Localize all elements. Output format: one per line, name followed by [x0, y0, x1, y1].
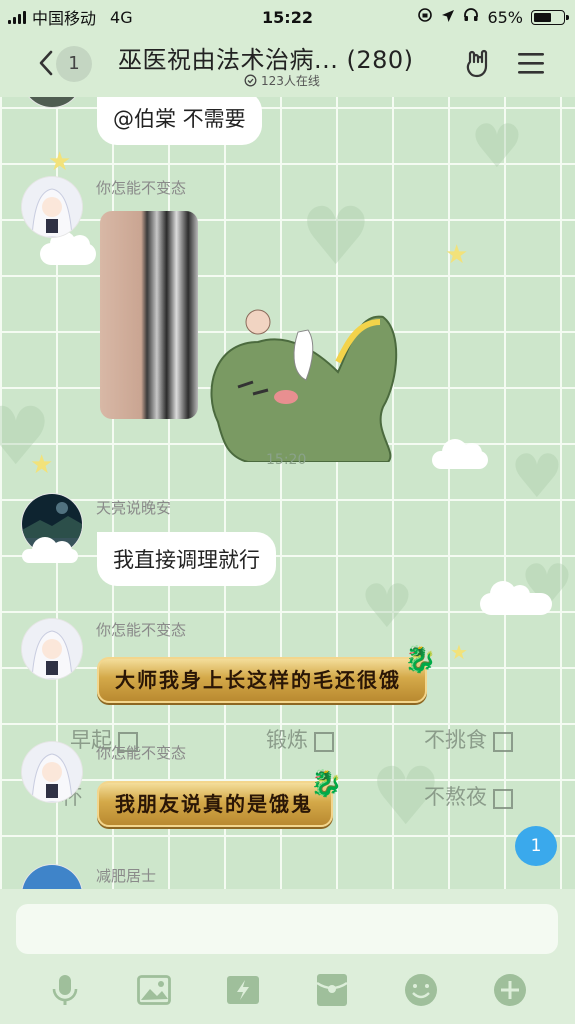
battery-percent: 65% — [487, 7, 523, 27]
dragon-decoration-icon: 🐉 — [310, 769, 343, 799]
status-bar: 中国移动 4G 15:22 65% — [0, 0, 575, 34]
sender-name: 天亮说晚安 — [96, 499, 172, 517]
star-decoration: ★ — [48, 147, 72, 177]
headphones-icon — [463, 7, 479, 27]
hand-gesture-icon[interactable] — [462, 48, 494, 84]
message-bubble[interactable]: 我直接调理就行 — [97, 532, 276, 586]
battery-icon — [531, 9, 569, 25]
nav-bar: 1 巫医祝由法术治病... (280) 123人在线 — [0, 34, 575, 97]
chevron-left-icon — [39, 50, 53, 76]
online-count: 123人在线 — [261, 74, 320, 88]
star-decoration: ★ — [445, 240, 469, 270]
avatar[interactable] — [22, 742, 82, 802]
heart-decoration: ♥ — [510, 442, 564, 512]
back-button[interactable]: 1 — [38, 44, 98, 84]
cloud-decoration — [40, 231, 96, 265]
message-bubble[interactable]: 我朋友说真的是饿鬼 — [97, 781, 333, 827]
avatar[interactable] — [22, 177, 82, 237]
online-status-icon — [244, 74, 257, 87]
unread-count-badge: 1 — [56, 46, 92, 82]
chat-title[interactable]: 巫医祝由法术治病... (280) — [118, 40, 414, 75]
sender-name: 你怎能不变态 — [96, 744, 187, 762]
checklist-item: 不熬夜 — [424, 781, 513, 811]
sender-name: 减肥居士 — [96, 867, 157, 885]
heart-decoration: ♥ — [300, 190, 372, 283]
flash-icon[interactable] — [220, 967, 266, 1013]
mic-icon[interactable] — [42, 967, 88, 1013]
sender-name: 你怎能不变态 — [96, 621, 187, 639]
avatar[interactable] — [22, 619, 82, 679]
image-icon[interactable] — [131, 967, 177, 1013]
new-message-badge[interactable]: 1 — [515, 826, 557, 866]
star-decoration: ★ — [30, 450, 54, 480]
avatar[interactable] — [22, 865, 82, 889]
redpacket-icon[interactable] — [309, 967, 355, 1013]
rotation-lock-icon — [417, 7, 433, 27]
star-decoration: ★ — [450, 640, 468, 664]
chat-area[interactable]: ♥ ♥ ♥ ♥ ♥ ♥ ♥ ★ ★ ★ ★ @伯棠 不需要 你怎能不变态 15:… — [0, 97, 575, 889]
sender-name: 你怎能不变态 — [96, 179, 187, 197]
message-bubble[interactable]: 大师我身上长这样的毛还很饿 — [97, 657, 427, 703]
timestamp: 15:20 — [266, 452, 307, 468]
message-input[interactable] — [16, 904, 558, 954]
online-indicator: 123人在线 — [244, 72, 320, 89]
location-icon — [441, 8, 455, 27]
dragon-decoration-icon: 🐉 — [404, 645, 437, 675]
input-toolbar — [0, 967, 575, 1013]
emoji-icon[interactable] — [398, 967, 444, 1013]
cloud-decoration — [432, 439, 488, 469]
menu-icon[interactable] — [516, 48, 546, 82]
checklist-item: 不挑食 — [424, 724, 513, 754]
input-area — [0, 889, 575, 1024]
cloud-decoration — [480, 581, 552, 615]
message-bubble[interactable]: @伯棠 不需要 — [97, 97, 262, 145]
heart-decoration: ♥ — [360, 572, 414, 642]
plus-icon[interactable] — [487, 967, 533, 1013]
heart-decoration: ♥ — [470, 112, 524, 182]
avatar[interactable] — [22, 97, 82, 107]
dinosaur-sticker[interactable] — [198, 302, 408, 463]
cloud-decoration — [22, 537, 78, 563]
photo-message[interactable] — [100, 211, 198, 419]
checklist-item: 锻炼 — [266, 724, 334, 754]
